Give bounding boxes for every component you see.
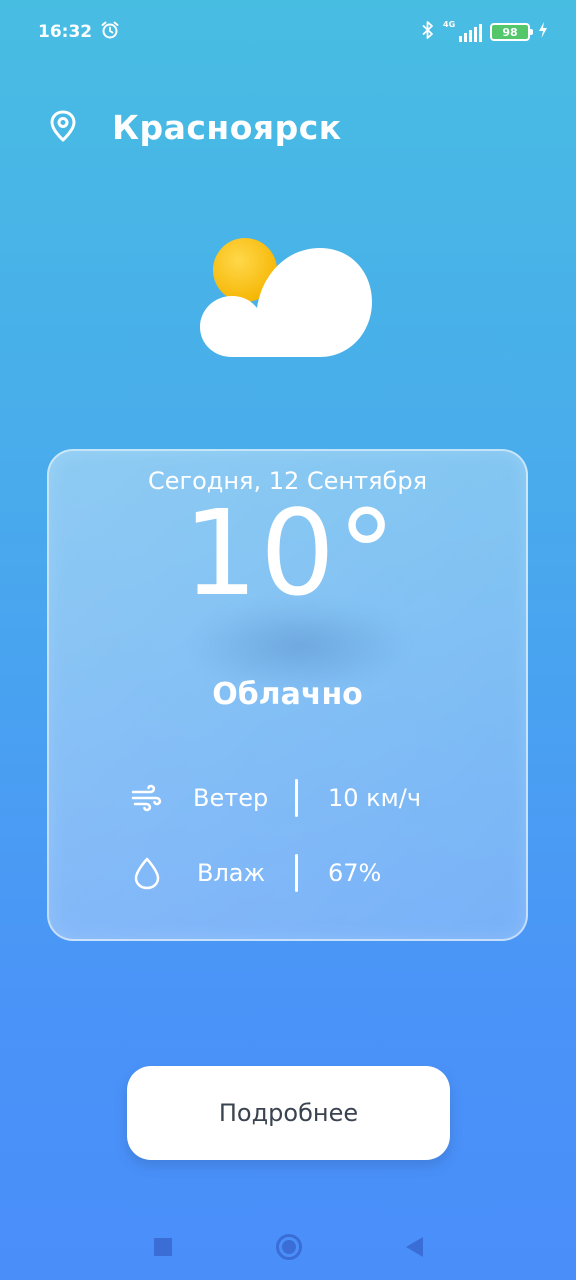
humidity-value: 67%: [328, 859, 382, 887]
status-right: 4G 98: [421, 20, 548, 44]
bluetooth-icon: [421, 20, 435, 44]
weather-condition: Облачно: [212, 677, 363, 712]
current-temperature: 10°: [182, 484, 399, 622]
partly-cloudy-icon: [196, 232, 380, 364]
wind-divider: [295, 779, 298, 817]
wind-value: 10 км/ч: [328, 784, 422, 812]
status-left: 16:32: [38, 20, 120, 45]
recent-apps-button[interactable]: [153, 1238, 172, 1256]
status-time: 16:32: [38, 22, 93, 42]
drop-icon: [129, 855, 165, 891]
status-bar: 16:32 4G 98: [0, 0, 576, 64]
charging-icon: [538, 22, 548, 42]
wind-icon: [129, 780, 165, 816]
location-header[interactable]: Красноярск: [48, 108, 342, 147]
location-pin-icon: [48, 109, 78, 147]
humidity-divider: [295, 854, 298, 892]
today-weather-card: Сегодня, 12 Сентября 10° Облачно Ветер 1…: [47, 449, 528, 941]
signal-icon: 4G: [443, 20, 482, 42]
details-button[interactable]: Подробнее: [127, 1066, 450, 1160]
system-navigation-bar: [0, 1214, 576, 1280]
alarm-icon: [100, 20, 120, 45]
humidity-row: Влаж 67%: [129, 853, 381, 893]
wind-row: Ветер 10 км/ч: [129, 778, 421, 818]
back-button[interactable]: [405, 1237, 423, 1257]
city-name: Красноярск: [112, 108, 342, 147]
home-button[interactable]: [275, 1234, 302, 1260]
humidity-label: Влаж: [197, 859, 266, 887]
network-type: 4G: [443, 20, 456, 29]
battery-level: 98: [502, 25, 518, 39]
battery-indicator: 98: [490, 23, 533, 41]
wind-label: Ветер: [193, 784, 269, 812]
